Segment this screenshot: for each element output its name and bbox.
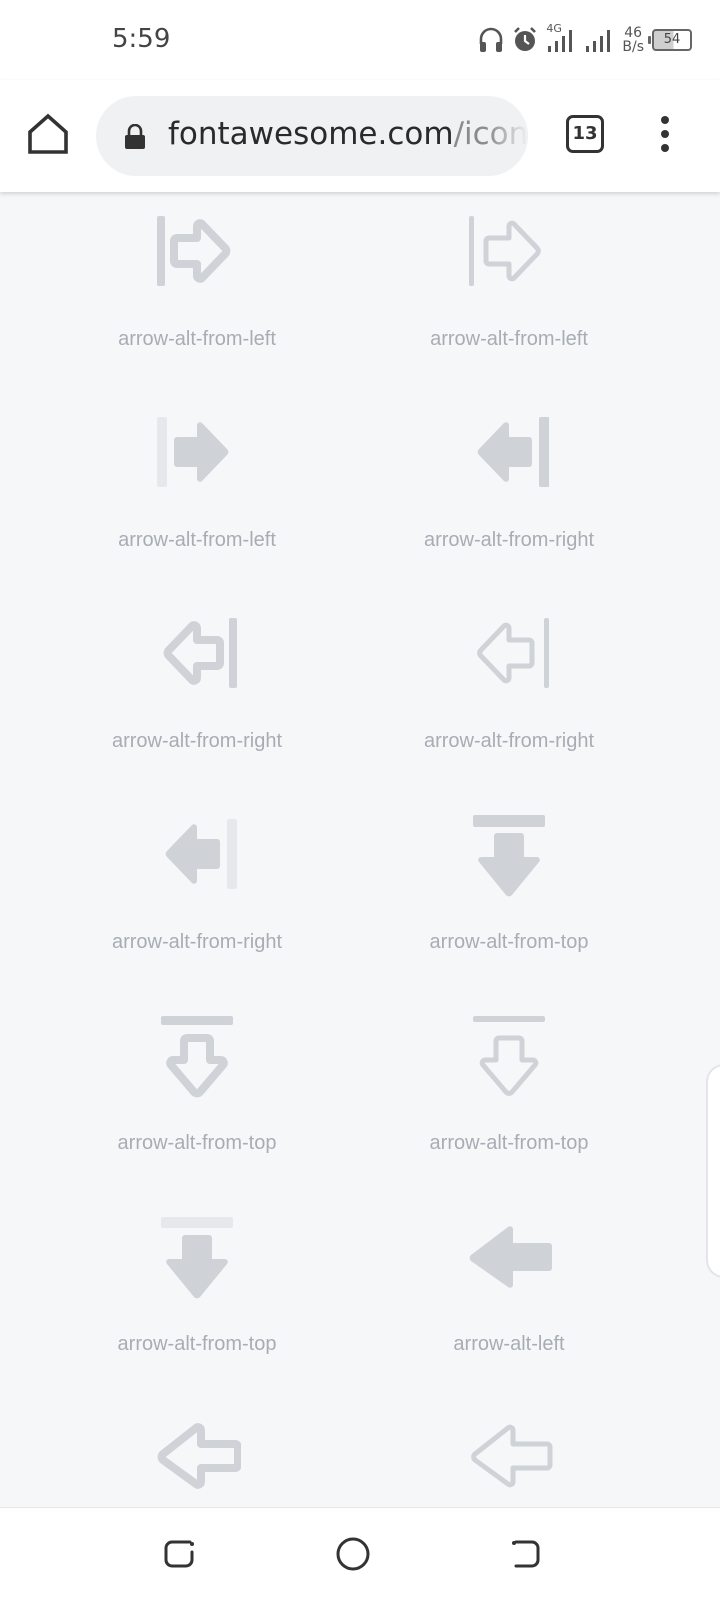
tab-switcher-button[interactable]: 13 [566,115,604,153]
icon-card[interactable] [359,1416,659,1507]
icon-card[interactable]: arrow-alt-from-right [47,815,347,1015]
side-feedback-tab[interactable] [706,1064,720,1278]
icon-label: arrow-alt-from-top [429,931,589,953]
arrow-alt-from-right-light-icon [477,618,549,688]
overflow-menu-icon[interactable] [652,114,678,154]
home-circle-icon[interactable] [333,1534,373,1574]
arrow-alt-from-top-duotone-icon [161,1217,233,1299]
icon-card[interactable]: arrow-alt-left [359,1217,659,1417]
recent-apps-icon[interactable] [160,1534,200,1574]
icon-card[interactable]: arrow-alt-from-top [47,1016,347,1216]
icon-label: arrow-alt-from-left [430,328,588,350]
icon-label: arrow-alt-from-top [429,1132,589,1154]
lock-icon [125,124,145,149]
arrow-alt-from-top-light-icon [473,1016,545,1096]
network-speed-value: 46 [624,25,643,41]
icon-label: arrow-alt-from-top [117,1132,277,1154]
status-time: 5:59 [112,24,171,54]
icon-label: arrow-alt-from-top [117,1333,277,1355]
icon-card[interactable]: arrow-alt-from-top [47,1217,347,1417]
arrow-alt-from-left-solid-icon [157,417,229,487]
signal-1: 4G [546,22,576,54]
icon-card[interactable] [47,1416,347,1507]
icon-card[interactable]: arrow-alt-from-left [47,413,347,613]
url-domain: fontawesome.com [168,116,454,152]
icon-label: arrow-alt-from-right [423,730,595,752]
address-bar[interactable]: fontawesome.com/icons [96,96,528,176]
arrow-alt-from-right-solid-icon [477,417,549,487]
icon-label: arrow-alt-left [453,1333,565,1355]
home-icon[interactable] [22,108,74,160]
icon-label: arrow-alt-from-right [423,529,595,551]
icon-card[interactable]: arrow-alt-from-left [359,212,659,412]
signal-bars-icon [548,30,573,52]
arrow-alt-left-light-icon [471,1424,553,1488]
icon-label: arrow-alt-from-right [111,730,283,752]
icon-card[interactable]: arrow-alt-from-top [359,1016,659,1216]
icon-card[interactable]: arrow-alt-from-right [47,614,347,814]
icon-card[interactable]: arrow-alt-from-right [359,413,659,613]
icon-card[interactable]: arrow-alt-from-top [359,815,659,1015]
network-speed-unit: B/s [622,39,644,55]
arrow-alt-from-right-duotone-icon [165,819,237,889]
status-icons: 4G 46 B/s 54 [478,22,692,58]
back-icon[interactable] [506,1534,546,1574]
network-speed: 46 B/s [622,26,644,54]
arrow-alt-from-left-light-icon [469,216,541,286]
alarm-icon [514,27,537,51]
icon-label: arrow-alt-from-left [118,529,276,551]
icon-card[interactable]: arrow-alt-from-right [359,614,659,814]
signal-bars-2-icon [586,30,611,52]
arrow-alt-from-left-duotone-icon [157,216,231,286]
battery-icon: 54 [648,29,692,51]
icon-card[interactable]: arrow-alt-from-left [47,212,347,412]
browser-toolbar: fontawesome.com/icons 13 [0,80,720,192]
icon-grid: arrow-alt-from-left arrow-alt-from-left … [0,192,720,1507]
url-fade [488,96,528,176]
arrow-alt-from-right-regular-icon [163,618,237,688]
arrow-alt-left-solid-icon [469,1226,552,1288]
icon-label: arrow-alt-from-left [118,328,276,350]
url-text[interactable]: fontawesome.com/icons [168,116,528,152]
headphones-icon [480,27,503,52]
arrow-alt-from-top-regular-icon [161,1016,233,1098]
icon-label: arrow-alt-from-right [111,931,283,953]
status-bar: 5:59 4G 46 B/s 54 [0,0,720,80]
arrow-alt-left-regular-icon [157,1423,241,1489]
system-nav-bar [0,1507,720,1601]
arrow-alt-from-top-solid-icon [473,815,545,897]
